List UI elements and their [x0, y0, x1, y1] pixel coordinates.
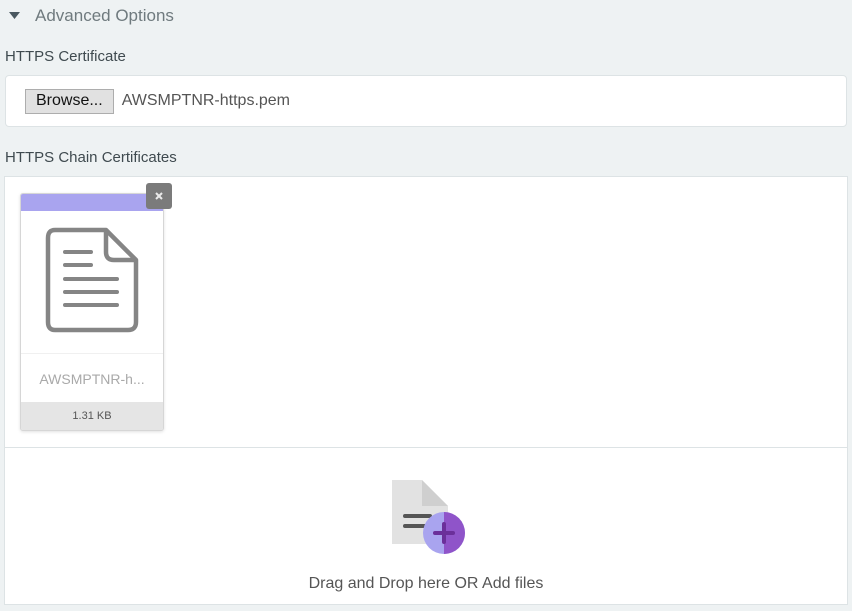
caret-down-icon — [8, 10, 20, 22]
add-files-area[interactable]: Drag and Drop here OR Add files — [5, 448, 847, 605]
add-file-icon — [386, 476, 466, 561]
chain-certificates-dropzone: AWSMPTNR-h... 1.31 KB Drag and Drop here… — [4, 176, 848, 605]
dropzone-text: Drag and Drop here OR Add files — [308, 575, 544, 592]
advanced-options-title: Advanced Options — [35, 6, 174, 25]
selected-file-name: AWSMPTNR-https.pem — [121, 92, 291, 109]
document-icon — [45, 227, 139, 338]
remove-file-button[interactable] — [146, 183, 172, 209]
close-icon — [155, 187, 163, 205]
https-certificate-label: HTTPS Certificate — [5, 48, 126, 65]
chain-certificates-label: HTTPS Chain Certificates — [5, 149, 177, 166]
browse-button[interactable]: Browse... — [25, 88, 114, 114]
https-certificate-field: Browse... AWSMPTNR-https.pem — [5, 75, 847, 127]
file-preview-card: AWSMPTNR-h... 1.31 KB — [20, 193, 164, 431]
file-card-accent-bar — [21, 194, 163, 211]
advanced-options-toggle[interactable]: Advanced Options — [0, 0, 852, 32]
file-card-name: AWSMPTNR-h... — [39, 370, 145, 387]
file-thumbnail — [21, 211, 163, 354]
file-card-size: 1.31 KB — [21, 402, 163, 430]
